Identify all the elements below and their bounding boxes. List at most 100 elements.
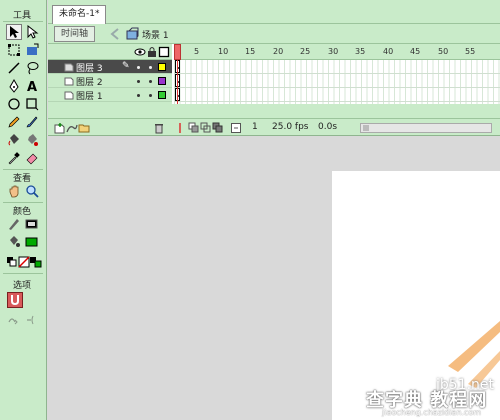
frame-number: 10 [218, 47, 229, 56]
frame-number: 35 [355, 47, 366, 56]
frame-grid[interactable] [174, 60, 500, 104]
modify-onion-markers-icon[interactable] [230, 122, 242, 134]
back-arrow-icon[interactable] [108, 26, 122, 42]
frame-number: 25 [300, 47, 311, 56]
center-frame-icon[interactable] [174, 122, 186, 134]
onion-skin-outlines-icon[interactable] [200, 122, 212, 134]
divider [3, 202, 43, 203]
layer-icon [64, 77, 74, 86]
frame-row[interactable] [174, 88, 500, 102]
hand-tool-icon[interactable] [6, 183, 22, 199]
lock-dot[interactable] [149, 94, 152, 97]
frame-ruler[interactable]: 5 10 15 20 25 30 35 40 45 50 55 [174, 44, 500, 60]
free-transform-tool-icon[interactable] [6, 42, 22, 58]
insert-folder-icon[interactable] [78, 122, 90, 134]
frame-number: 20 [273, 47, 284, 56]
timeline-panel: 图层 3 ✎ 图层 2 图层 1 5 10 15 20 25 30 35 40 [48, 44, 500, 136]
edit-multiple-frames-icon[interactable] [212, 122, 224, 134]
frame-number: 45 [410, 47, 421, 56]
insert-layer-icon[interactable] [54, 122, 66, 134]
tools-title: 工具 [12, 11, 31, 21]
scrollbar-thumb[interactable] [363, 125, 369, 131]
straighten-icon[interactable] [24, 312, 40, 328]
tools-panel: 工具 A 查看 颜色 选项 [0, 0, 47, 420]
layer-row[interactable]: 图层 3 ✎ [48, 60, 172, 74]
layer-row[interactable]: 图层 2 [48, 74, 172, 88]
frame-row[interactable] [174, 74, 500, 88]
divider [3, 169, 43, 170]
eyedropper-tool-icon[interactable] [6, 150, 22, 166]
lock-dot[interactable] [149, 80, 152, 83]
layer-name: 图层 2 [76, 78, 103, 88]
pencil-tool-icon[interactable] [6, 114, 22, 130]
timeline-toggle-button[interactable]: 时间轴 [54, 26, 96, 42]
stroke-color-swatch[interactable] [24, 216, 40, 232]
fill-color-icon[interactable] [6, 234, 22, 250]
ink-bottle-tool-icon[interactable] [6, 132, 22, 148]
pencil-icon: ✎ [122, 61, 130, 71]
frame-number: 40 [383, 47, 394, 56]
brush-tool-icon[interactable] [24, 114, 40, 130]
current-frame: 1 [252, 122, 258, 132]
fill-color-swatch[interactable] [24, 234, 40, 250]
watermark-url: jiaocheng.chazidian.com [382, 408, 482, 417]
swap-colors-icon[interactable] [28, 254, 44, 270]
frame-row[interactable] [174, 60, 500, 74]
layer-name: 图层 1 [76, 92, 103, 102]
watermark-graphic [448, 321, 500, 388]
svg-text:A: A [27, 80, 37, 93]
lock-dot[interactable] [149, 66, 152, 69]
onion-skin-icon[interactable] [188, 122, 200, 134]
empty-layer-area [48, 104, 500, 118]
layer-outline-color[interactable] [158, 91, 166, 99]
outline-square-icon[interactable] [158, 46, 170, 58]
frame-number: 55 [465, 47, 476, 56]
playhead[interactable] [174, 44, 181, 60]
options-title: 选项 [12, 281, 31, 291]
smooth-icon[interactable] [6, 312, 22, 328]
layer-outline-color[interactable] [158, 77, 166, 85]
selection-tool-icon[interactable] [6, 24, 22, 40]
rectangle-tool-icon[interactable] [24, 96, 40, 112]
visibility-dot[interactable] [137, 66, 140, 69]
timeline-horizontal-scrollbar[interactable] [360, 123, 492, 133]
zoom-tool-icon[interactable] [24, 183, 40, 199]
layer-row[interactable]: 图层 1 [48, 88, 172, 102]
layer-icon [64, 91, 74, 100]
layer-outline-color[interactable] [158, 63, 166, 71]
stage-workspace[interactable]: jb51.net 查字典 教程网 jiaocheng.chazidian.com [48, 136, 500, 420]
document-tab[interactable]: 未命名-1* [52, 5, 107, 24]
layer-list: 图层 3 ✎ 图层 2 图层 1 [48, 60, 172, 104]
divider [3, 21, 43, 22]
snap-magnet-icon[interactable] [7, 292, 23, 308]
frame-number: 5 [194, 47, 200, 56]
gradient-transform-tool-icon[interactable] [24, 42, 40, 58]
edit-bar: 时间轴 场景 1 [48, 24, 500, 44]
show-hide-eye-icon[interactable] [134, 46, 146, 58]
eraser-tool-icon[interactable] [24, 150, 40, 166]
elapsed-time: 0.0s [318, 122, 338, 132]
add-motion-guide-icon[interactable] [66, 122, 78, 134]
layer-header [48, 44, 172, 60]
scene-icon [126, 27, 139, 40]
text-tool-icon[interactable]: A [24, 78, 40, 94]
paint-bucket-tool-icon[interactable] [24, 132, 40, 148]
subselection-tool-icon[interactable] [24, 24, 40, 40]
oval-tool-icon[interactable] [6, 96, 22, 112]
frame-number: 15 [245, 47, 256, 56]
frame-number: 30 [328, 47, 339, 56]
lock-icon[interactable] [146, 46, 158, 58]
lasso-tool-icon[interactable] [24, 60, 40, 76]
document-tab-bar: 未命名-1* [48, 0, 500, 24]
visibility-dot[interactable] [137, 80, 140, 83]
timeline-footer: 1 25.0 fps 0.0s [48, 118, 500, 136]
scene-name: 场景 1 [142, 31, 169, 41]
pen-tool-icon[interactable] [6, 78, 22, 94]
line-tool-icon[interactable] [6, 60, 22, 76]
visibility-dot[interactable] [137, 94, 140, 97]
stroke-color-icon[interactable] [6, 216, 22, 232]
delete-layer-trash-icon[interactable] [153, 122, 165, 134]
layer-name: 图层 3 [76, 64, 103, 74]
divider [3, 273, 43, 274]
frame-rate[interactable]: 25.0 fps [272, 122, 308, 132]
